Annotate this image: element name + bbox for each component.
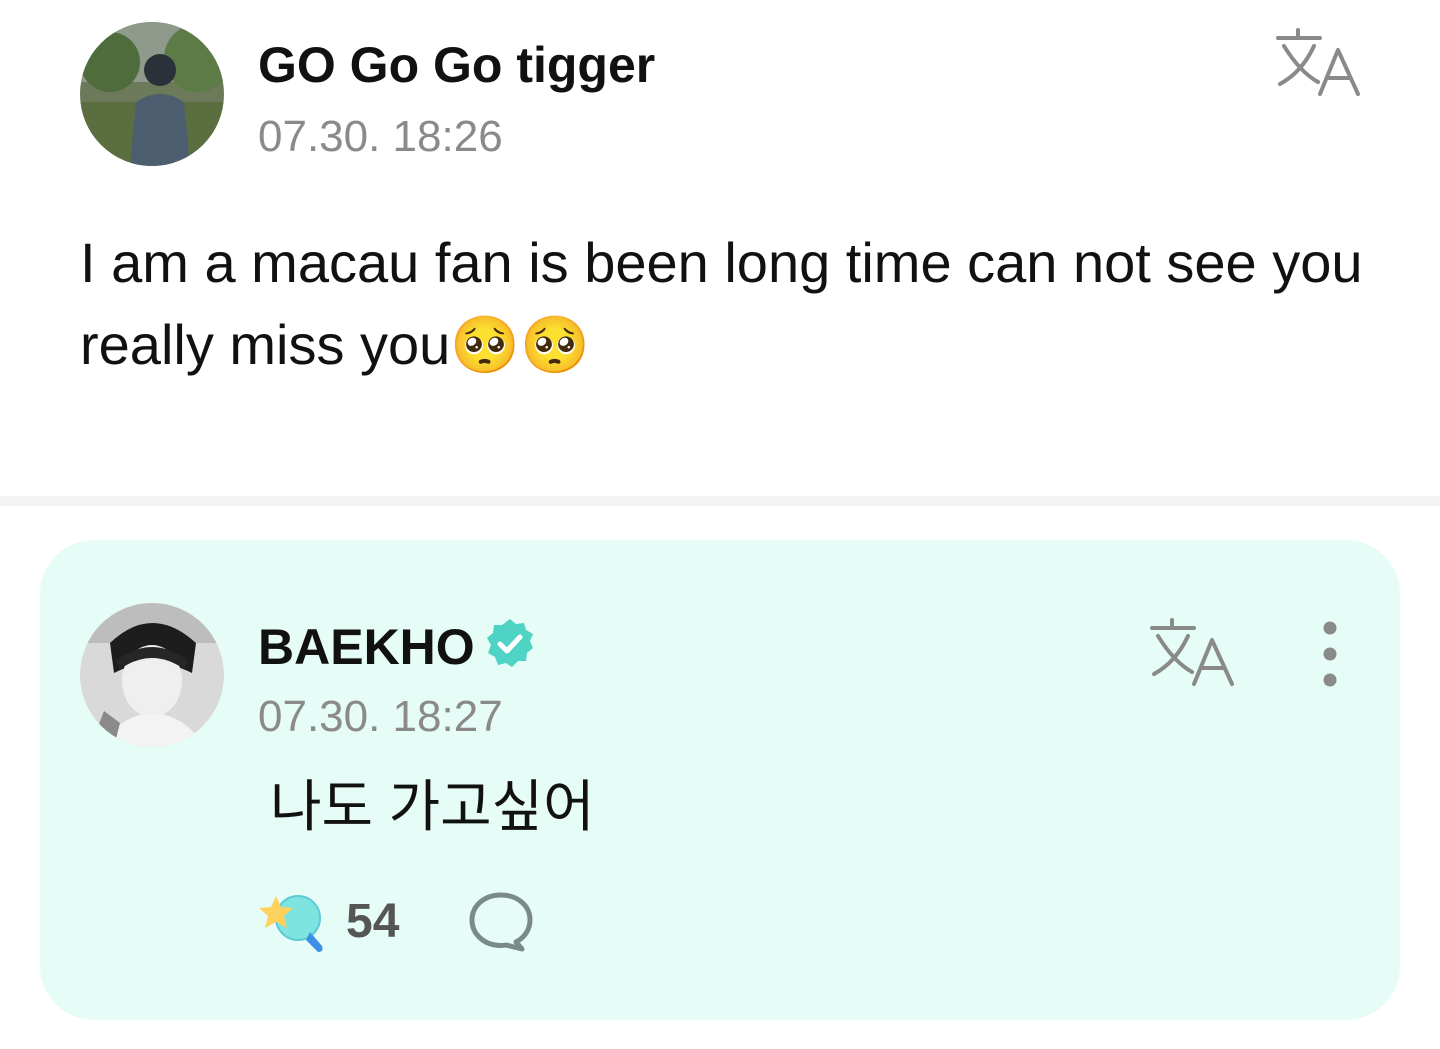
fan-author-name[interactable]: GO Go Go tigger xyxy=(258,36,655,94)
artist-reply-timestamp: 07.30. 18:27 xyxy=(258,692,503,741)
artist-author-name[interactable]: BAEKHO xyxy=(258,618,475,676)
more-vertical-icon[interactable] xyxy=(1310,620,1350,688)
artist-reply-card: BAEKHO 07.30. 18:27 나도 가고싶어 54 xyxy=(40,540,1400,1020)
fan-post-body: I am a macau fan is been long time can n… xyxy=(80,231,1363,376)
verified-badge-icon xyxy=(483,617,537,671)
fan-post: GO Go Go tigger 07.30. 18:26 I am a maca… xyxy=(0,0,1440,496)
fan-avatar-image xyxy=(80,22,224,166)
artist-avatar-image xyxy=(80,603,224,747)
artist-reply-body: 나도 가고싶어 xyxy=(270,775,595,838)
cheer-count: 54 xyxy=(346,895,400,948)
section-divider xyxy=(0,496,1440,506)
cheer-icon[interactable] xyxy=(258,892,328,954)
comment-icon[interactable] xyxy=(468,890,534,952)
fan-avatar[interactable] xyxy=(80,22,224,166)
translate-icon[interactable] xyxy=(1148,618,1236,688)
artist-avatar[interactable] xyxy=(80,603,224,747)
fan-post-timestamp: 07.30. 18:26 xyxy=(258,112,503,161)
translate-icon[interactable] xyxy=(1274,28,1362,98)
